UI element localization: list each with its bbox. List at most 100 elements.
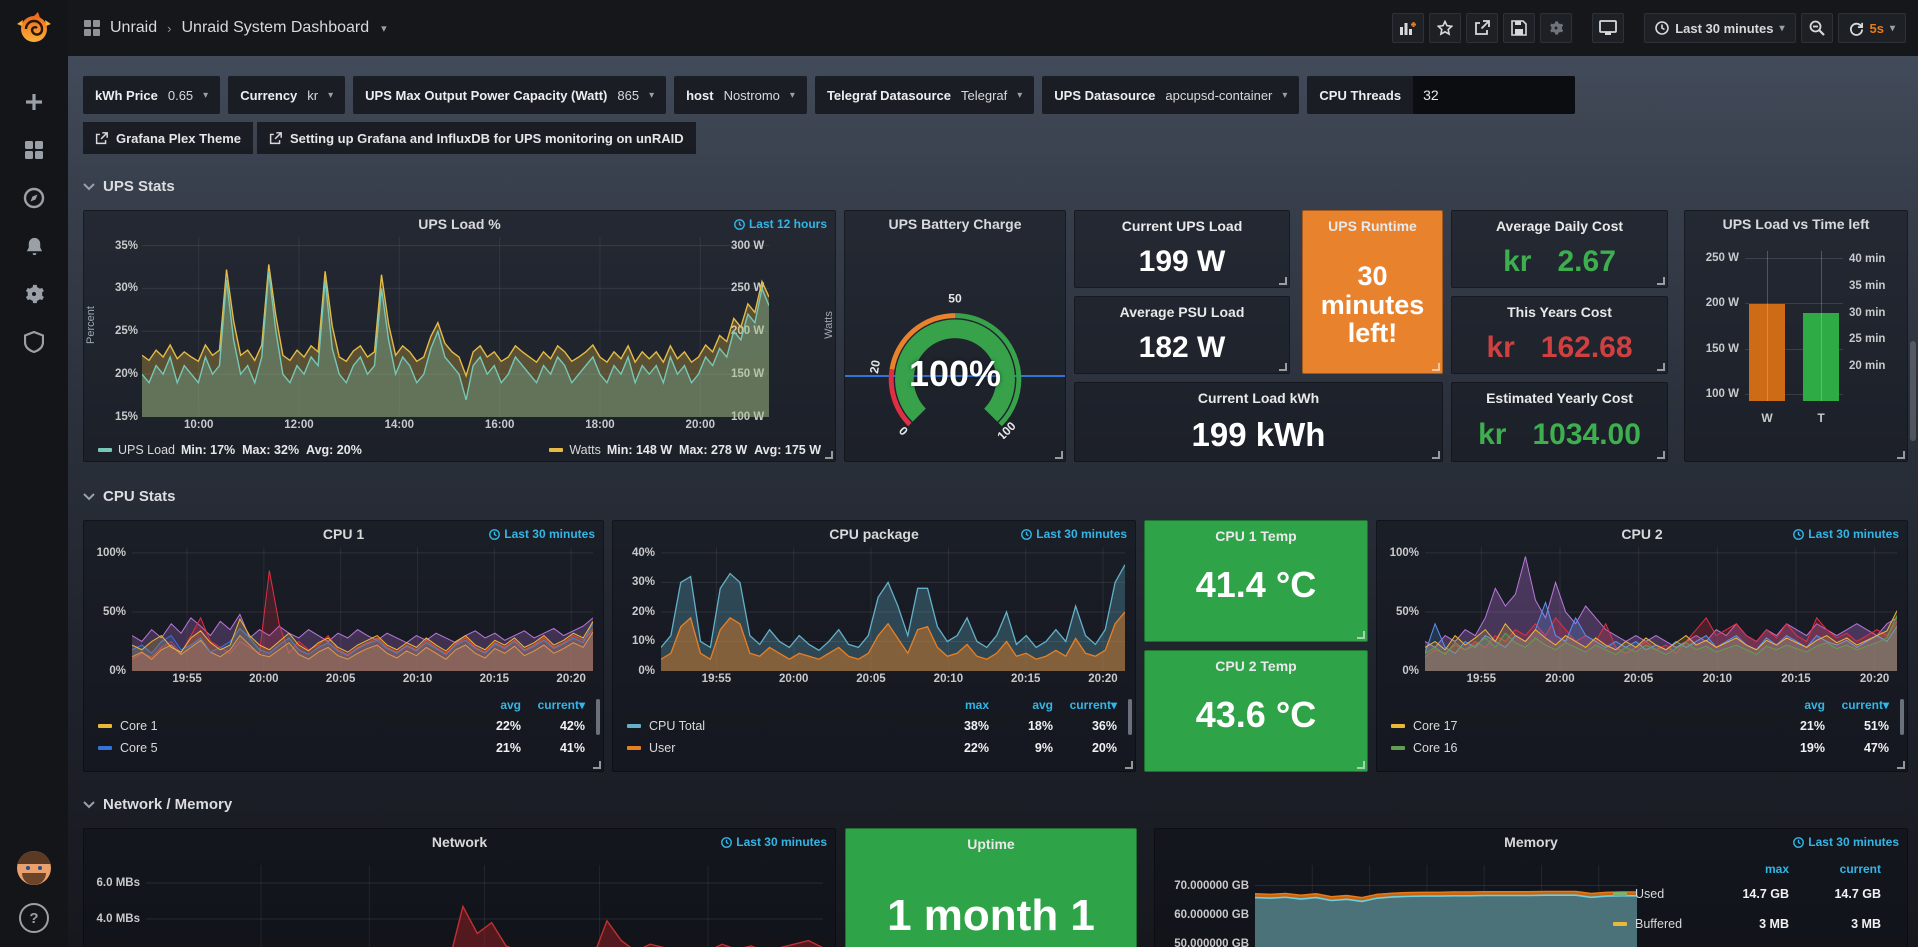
variable-value[interactable]: 0.65 <box>168 88 193 103</box>
panel-title[interactable]: UPS Battery Charge <box>888 216 1021 232</box>
panel-title[interactable]: UPS Load % <box>418 216 500 232</box>
stat-title[interactable]: This Years Cost <box>1452 304 1667 320</box>
title-caret-icon[interactable]: ▾ <box>381 22 387 35</box>
alerting-bell-icon[interactable] <box>22 234 46 258</box>
external-link-icon <box>95 132 108 145</box>
dashboard-settings-gear-icon[interactable] <box>1540 13 1572 43</box>
panel-timerange[interactable]: Last 12 hours <box>734 217 827 231</box>
ups-load-chart[interactable] <box>142 237 769 417</box>
zoom-out-button[interactable] <box>1801 13 1833 43</box>
legend-sort-header[interactable]: current▾ <box>521 698 585 712</box>
variable-value[interactable]: Telegraf <box>961 88 1007 103</box>
help-icon[interactable]: ? <box>19 903 49 933</box>
stat-title[interactable]: Uptime <box>846 836 1136 852</box>
stat-title[interactable]: CPU 2 Temp <box>1145 658 1367 674</box>
stat-title[interactable]: Average Daily Cost <box>1452 218 1667 234</box>
legend-item[interactable]: UPS Load Min: 17% Max: 32% Avg: 20% <box>98 443 362 457</box>
dashboards-icon[interactable] <box>22 138 46 162</box>
variable-value[interactable]: 865 <box>617 88 639 103</box>
variable-dropdown[interactable]: Telegraf Datasource Telegraf ▾ <box>815 76 1034 114</box>
legend-row[interactable]: Core 17 21%51% <box>1377 715 1907 737</box>
cpu-threads-input[interactable] <box>1413 76 1575 114</box>
legend-sort-header[interactable]: max <box>1697 862 1789 876</box>
variable-dropdown[interactable]: UPS Datasource apcupsd-container ▾ <box>1042 76 1299 114</box>
legend-row[interactable]: Core 16 19%47% <box>1377 737 1907 759</box>
save-button[interactable] <box>1503 13 1535 43</box>
panel-title[interactable]: UPS Load vs Time left <box>1723 216 1870 232</box>
panel-title[interactable]: CPU 1 <box>323 526 364 542</box>
panel-title[interactable]: CPU 2 <box>1621 526 1662 542</box>
variable-dropdown[interactable]: kWh Price 0.65 ▾ <box>83 76 220 114</box>
legend-row[interactable]: Core 5 21%41% <box>84 737 603 759</box>
variable-value[interactable]: Nostromo <box>724 88 780 103</box>
panel-timerange[interactable]: Last 30 minutes <box>721 835 827 849</box>
legend-row[interactable]: Core 1 22%42% <box>84 715 603 737</box>
dashboard-link[interactable]: Setting up Grafana and InfluxDB for UPS … <box>257 122 696 154</box>
legend-swatch <box>1613 892 1627 896</box>
admin-shield-icon[interactable] <box>22 330 46 354</box>
panel-estimated-yearly-cost: Estimated Yearly Cost kr1034.00 <box>1451 382 1668 462</box>
section-header-ups[interactable]: UPS Stats <box>83 178 175 195</box>
legend-row[interactable]: CPU Total 38%18%36% <box>613 715 1135 737</box>
page-title[interactable]: Unraid System Dashboard <box>181 19 369 37</box>
panel-title[interactable]: CPU package <box>829 526 918 542</box>
stat-title[interactable]: Estimated Yearly Cost <box>1452 390 1667 406</box>
star-button[interactable] <box>1429 13 1461 43</box>
cpu2-chart[interactable] <box>1425 547 1897 671</box>
stat-title[interactable]: UPS Runtime <box>1303 218 1442 234</box>
variable-value[interactable]: kr <box>307 88 318 103</box>
share-button[interactable] <box>1466 13 1498 43</box>
variable-label: CPU Threads <box>1319 88 1401 103</box>
variable-dropdown[interactable]: UPS Max Output Power Capacity (Watt) 865… <box>353 76 666 114</box>
breadcrumb-folder[interactable]: Unraid <box>110 19 157 37</box>
stat-title[interactable]: Average PSU Load <box>1075 304 1289 320</box>
stat-title[interactable]: Current Load kWh <box>1075 390 1442 406</box>
variable-dropdown[interactable]: host Nostromo ▾ <box>674 76 807 114</box>
ups-bar-chart[interactable] <box>1745 251 1843 401</box>
panel-timerange[interactable]: Last 30 minutes <box>1021 527 1127 541</box>
refresh-button[interactable]: 5s ▾ <box>1838 13 1907 43</box>
legend-sort-header[interactable]: avg <box>989 698 1053 712</box>
stat-title[interactable]: Current UPS Load <box>1075 218 1289 234</box>
dashboard-link[interactable]: Grafana Plex Theme <box>83 122 253 154</box>
legend-scrollbar[interactable] <box>596 699 600 735</box>
explore-compass-icon[interactable] <box>22 186 46 210</box>
dashboard-canvas: kWh Price 0.65 ▾ Currency kr ▾ UPS Max O… <box>68 56 1918 947</box>
section-header-cpu[interactable]: CPU Stats <box>83 488 176 505</box>
legend-sort-header[interactable]: current▾ <box>1825 698 1889 712</box>
panel-title[interactable]: Memory <box>1504 834 1558 850</box>
configuration-gear-icon[interactable] <box>22 282 46 306</box>
legend-sort-header[interactable]: max <box>925 698 989 712</box>
legend-scrollbar[interactable] <box>1900 699 1904 735</box>
legend-row[interactable]: User 22%9%20% <box>613 737 1135 759</box>
tv-mode-button[interactable] <box>1592 13 1624 43</box>
create-plus-icon[interactable] <box>22 90 46 114</box>
panel-timerange[interactable]: Last 30 minutes <box>1793 835 1899 849</box>
variable-dropdown[interactable]: Currency kr ▾ <box>228 76 345 114</box>
stat-title[interactable]: CPU 1 Temp <box>1145 528 1367 544</box>
legend-row[interactable]: Buffered 3 MB3 MB <box>1599 909 1899 939</box>
legend-sort-header[interactable]: avg <box>457 698 521 712</box>
cpu-package-chart[interactable] <box>661 547 1125 671</box>
memory-chart[interactable] <box>1255 865 1637 947</box>
panel-title[interactable]: Network <box>432 834 487 850</box>
legend-sort-header[interactable]: current▾ <box>1053 698 1117 712</box>
user-avatar[interactable] <box>17 851 51 885</box>
legend-swatch <box>1391 746 1405 750</box>
add-panel-button[interactable] <box>1392 13 1424 43</box>
panel-timerange[interactable]: Last 30 minutes <box>489 527 595 541</box>
variable-value[interactable]: apcupsd-container <box>1165 88 1272 103</box>
cpu1-chart[interactable] <box>132 547 593 671</box>
network-chart[interactable] <box>146 865 823 947</box>
page-scrollbar[interactable] <box>1910 341 1916 441</box>
legend-sort-header[interactable]: avg <box>1761 698 1825 712</box>
section-header-netmem[interactable]: Network / Memory <box>83 796 232 813</box>
legend-row[interactable]: Used 14.7 GB14.7 GB <box>1599 879 1899 909</box>
legend-sort-header[interactable]: current <box>1789 862 1881 876</box>
grafana-logo-icon[interactable] <box>14 8 54 48</box>
panel-timerange[interactable]: Last 30 minutes <box>1793 527 1899 541</box>
legend-item[interactable]: Watts Min: 148 W Max: 278 W Avg: 175 W <box>549 443 821 457</box>
time-range-picker[interactable]: Last 30 minutes ▾ <box>1644 13 1795 43</box>
stat-value: 199 W <box>1139 246 1226 278</box>
legend-scrollbar[interactable] <box>1128 699 1132 735</box>
